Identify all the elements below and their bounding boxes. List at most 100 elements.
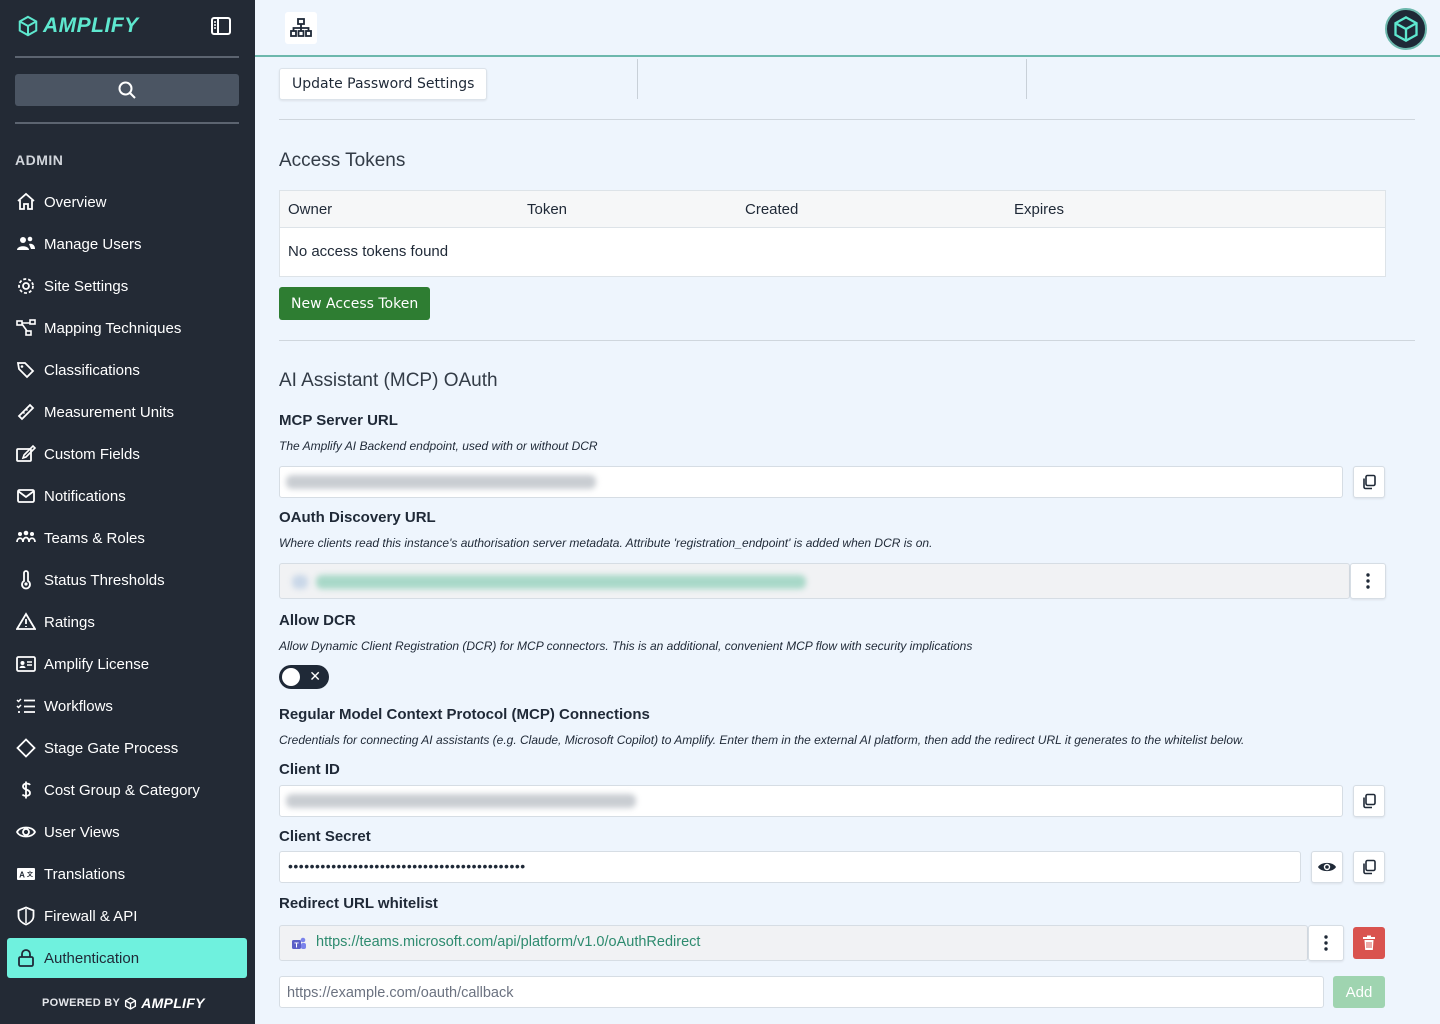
redirect-url-entry[interactable]: T https://teams.microsoft.com/api/platfo… [279,925,1308,961]
sidebar-item-teams-roles[interactable]: Teams & Roles [7,517,247,559]
empty-table-text: No access tokens found [288,243,449,260]
allow-dcr-label: Allow DCR [279,612,356,629]
edit-form-icon [16,444,36,464]
more-vertical-icon [1324,935,1328,951]
sidebar-item-classifications[interactable]: Classifications [7,349,247,391]
access-tokens-title: Access Tokens [279,150,406,171]
sidebar-item-label: Workflows [44,697,113,715]
sidebar-item-label: Classifications [44,361,140,379]
sidebar-item-notifications[interactable]: Notifications [7,475,247,517]
column-header-token[interactable]: Token [527,201,567,218]
discovery-url-menu-button[interactable] [1350,563,1386,599]
sidebar-search[interactable] [15,74,239,106]
sidebar-item-cost-group-category[interactable]: Cost Group & Category [7,769,247,811]
allow-dcr-toggle[interactable]: ✕ [279,665,329,689]
mcp-server-url-help: The Amplify AI Backend endpoint, used wi… [279,439,598,453]
column-header-created[interactable]: Created [745,201,798,218]
sidebar-item-translations[interactable]: A 文 Translations [7,853,247,895]
copy-client-id-button[interactable] [1353,785,1385,817]
sidebar-item-amplify-license[interactable]: Amplify License [7,643,247,685]
sidebar-item-label: Custom Fields [44,445,140,463]
copy-icon [1363,859,1376,875]
copy-client-secret-button[interactable] [1353,851,1385,883]
team-icon [16,528,36,548]
home-icon [16,192,36,212]
sidebar-item-label: Cost Group & Category [44,781,200,799]
sidebar-item-label: Mapping Techniques [44,319,182,337]
thermometer-icon [16,570,36,590]
table-header: Owner Token Created Expires [280,191,1385,228]
collapse-sidebar-icon[interactable] [210,16,234,38]
powered-by-text: POWERED BY [42,997,121,1009]
sidebar-item-measurement-units[interactable]: Measurement Units [7,391,247,433]
oauth-discovery-url-field[interactable] [279,563,1350,599]
warning-triangle-icon [16,612,36,632]
allow-dcr-help: Allow Dynamic Client Registration (DCR) … [279,639,973,653]
sidebar-divider [15,122,239,124]
checklist-icon [16,696,36,716]
section-divider [279,340,1415,341]
avatar[interactable] [1385,8,1427,50]
update-password-settings-button[interactable]: Update Password Settings [279,68,488,100]
oauth-discovery-url-label: OAuth Discovery URL [279,509,436,526]
redacted-value [316,575,806,589]
sidebar-divider [15,56,239,58]
sidebar-item-label: Measurement Units [44,403,175,421]
sidebar-item-stage-gate-process[interactable]: Stage Gate Process [7,727,247,769]
sitemap-icon[interactable] [285,12,317,44]
sidebar-item-overview[interactable]: Overview [7,181,247,223]
translate-icon: A文 [16,864,36,884]
sidebar-item-status-thresholds[interactable]: Status Thresholds [7,559,247,601]
sidebar-item-authentication[interactable]: Authentication [7,938,247,978]
sidebar-item-label: Stage Gate Process [44,739,179,757]
reveal-secret-button[interactable] [1311,851,1343,883]
client-secret-field[interactable]: ••••••••••••••••••••••••••••••••••••••••… [279,851,1301,883]
sidebar-nav: Overview Manage Users Site Settings Mapping… [7,181,247,978]
cube-logo-icon [125,996,137,1010]
client-id-label: Client ID [279,761,340,778]
add-redirect-url-button[interactable]: Add [1333,976,1385,1008]
delete-redirect-url-button[interactable] [1353,927,1385,959]
id-card-icon [16,654,36,674]
redirect-url-menu-button[interactable] [1308,925,1344,961]
client-id-field[interactable] [279,785,1343,817]
new-access-token-button[interactable]: New Access Token [279,287,431,320]
brand-name: AMPLIFY [43,14,139,37]
sidebar-item-workflows[interactable]: Workflows [7,685,247,727]
mcp-oauth-title: AI Assistant (MCP) OAuth [279,370,498,391]
sidebar-item-site-settings[interactable]: Site Settings [7,265,247,307]
close-icon: ✕ [309,668,321,684]
sidebar-item-ratings[interactable]: Ratings [7,601,247,643]
toggle-knob [282,668,300,686]
access-tokens-table: Owner Token Created Expires No access to… [279,190,1386,277]
sidebar-item-firewall-api[interactable]: Firewall & API [7,895,247,937]
envelope-icon [16,486,36,506]
sidebar-item-label: Firewall & API [44,907,138,925]
mcp-server-url-field[interactable] [279,466,1343,498]
copy-server-url-button[interactable] [1353,466,1385,498]
sidebar-item-label: Translations [44,865,126,883]
column-divider [1026,59,1027,99]
gear-icon [16,276,36,296]
sidebar-item-label: Notifications [44,487,126,505]
column-header-expires[interactable]: Expires [1014,201,1064,218]
sidebar-item-label: Teams & Roles [44,529,145,547]
sidebar-item-custom-fields[interactable]: Custom Fields [7,433,247,475]
sidebar-item-label: Status Thresholds [44,571,165,589]
redirect-url-input[interactable]: https://example.com/oauth/callback [279,976,1324,1008]
table-row: No access tokens found [280,228,1385,276]
users-icon [16,234,36,254]
sidebar-item-label: Manage Users [44,235,142,253]
redirect-url-link[interactable]: https://teams.microsoft.com/api/platform… [316,934,700,950]
powered-by: POWERED BY AMPLIFY [42,995,205,1011]
sidebar-item-manage-users[interactable]: Manage Users [7,223,247,265]
column-header-owner[interactable]: Owner [288,201,332,218]
brand-logo[interactable]: AMPLIFY [17,14,139,38]
svg-text:文: 文 [26,871,34,879]
cube-logo-icon [1394,15,1418,43]
sidebar-item-user-views[interactable]: User Views [7,811,247,853]
more-vertical-icon [1366,573,1370,589]
shield-icon [16,906,36,926]
sidebar-item-mapping-techniques[interactable]: Mapping Techniques [7,307,247,349]
regular-mcp-help: Credentials for connecting AI assistants… [279,733,1245,747]
